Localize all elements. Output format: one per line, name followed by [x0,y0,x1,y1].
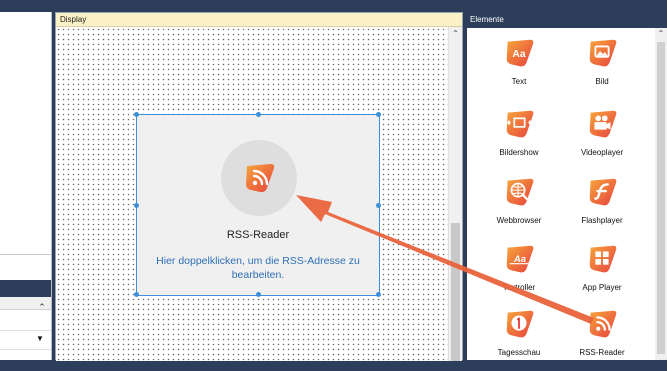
resize-handle[interactable] [134,112,139,117]
element-bildershow[interactable]: Bildershow [479,107,559,171]
element-webbrowser[interactable]: Webbrowser [479,175,559,239]
element-label: Webbrowser [496,216,542,225]
slideshow-icon [506,110,534,138]
element-label: Textroller [502,283,536,292]
resize-handle[interactable] [134,292,139,297]
display-scrollbar[interactable]: ⌃ [448,27,462,361]
resize-handle[interactable] [376,112,381,117]
element-label: Videoplayer [580,148,624,157]
top-bar [0,0,667,12]
dropdown-arrow-icon[interactable]: ▼ [36,334,46,344]
svg-text:Aa: Aa [512,49,525,60]
element-rss-reader[interactable]: RSS-Reader [562,307,642,371]
scroll-up-icon[interactable]: ⌃ [655,28,667,40]
resize-handle[interactable] [376,292,381,297]
element-label: Bild [595,77,609,86]
left-panel-divider [0,254,51,255]
element-bild[interactable]: Bild [562,36,642,100]
tagesschau-icon [506,310,534,338]
display-canvas[interactable]: RSS-Reader Hier doppelklicken, um die RS… [56,27,450,361]
text-aa-icon: Aa [506,39,534,67]
rss-icon [589,310,617,338]
element-flashplayer[interactable]: Flashplayer [562,175,642,239]
video-camera-icon [589,110,617,138]
scrollbar-thumb[interactable] [451,223,460,361]
resize-handle[interactable] [134,203,139,208]
apps-grid-icon [589,245,617,273]
element-label: App Player [582,283,622,292]
element-label: Tagesschau [497,348,541,357]
element-tagesschau[interactable]: Tagesschau [479,307,559,371]
elements-scrollbar[interactable]: ⌃ [655,28,667,360]
image-icon [589,39,617,67]
display-title: Display [56,13,462,27]
elements-panel: Elemente Aa Text Bild Bildershow Videopl… [467,12,667,360]
widget-icon-circle [221,140,297,216]
widget-name: RSS-Reader [226,229,290,241]
element-text[interactable]: Aa Text [479,36,559,100]
globe-search-icon [506,178,534,206]
element-label: Flashplayer [581,216,623,225]
rss-icon [246,164,275,193]
ticker-text-icon: Aa [506,245,534,273]
resize-handle[interactable] [376,203,381,208]
elements-title: Elemente [467,12,667,28]
scroll-up-icon[interactable]: ⌃ [36,300,48,314]
display-panel: Display RSS-Reader Hier doppelklicken, u… [55,12,463,361]
element-videoplayer[interactable]: Videoplayer [562,107,642,171]
resize-handle[interactable] [256,112,261,117]
widget-hint: Hier doppelklicken, um die RSS-Adresse z… [156,255,360,281]
resize-handle[interactable] [256,292,261,297]
flash-icon [589,178,617,206]
element-label: Text [511,77,527,86]
element-app-player[interactable]: App Player [562,242,642,306]
element-textroller[interactable]: Aa Textroller [479,242,559,306]
element-label: RSS-Reader [579,348,625,357]
scrollbar-thumb[interactable] [657,42,665,354]
left-panel-header [0,280,51,297]
scroll-up-icon[interactable]: ⌃ [449,27,462,41]
rss-reader-widget[interactable]: RSS-Reader Hier doppelklicken, um die RS… [134,112,381,297]
element-label: Bildershow [499,148,539,157]
